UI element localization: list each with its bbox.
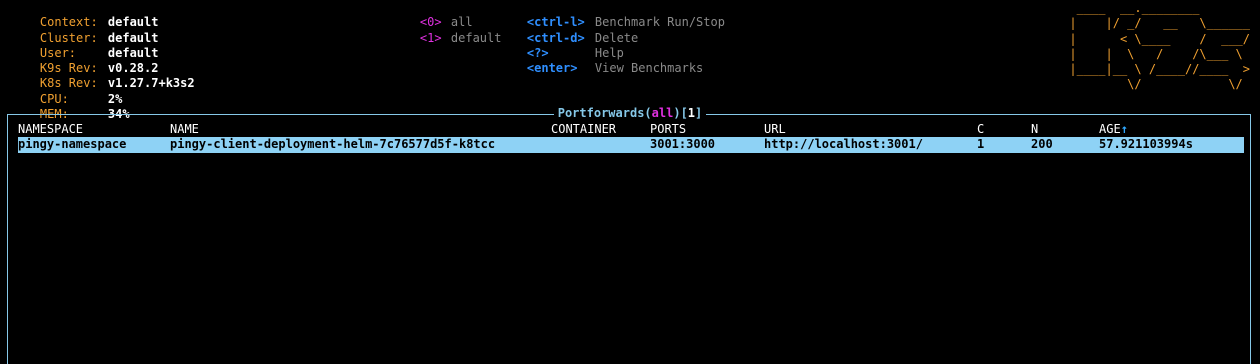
namespace-shortcut-key: <1> [419,30,442,45]
column-header-name[interactable]: NAME [170,122,199,137]
table-header: NAMESPACE NAME CONTAINER PORTS URL C N A… [18,122,1244,137]
cell-ports: 3001:3000 [650,137,716,152]
hint-label: Benchmark Run/Stop [594,15,725,30]
namespace-shortcut-all[interactable]: <0> all [391,0,501,29]
user-value: default [107,45,159,60]
sort-ascending-icon: ↑ [1120,122,1128,136]
cpu-label: CPU: [39,91,69,106]
k9s-rev-label: K9s Rev: [39,61,98,76]
cluster-value: default [107,30,159,45]
hint-key: <enter> [526,61,578,76]
cell-namespace: pingy-namespace [18,137,127,152]
key-hints: <ctrl-l> Benchmark Run/Stop <ctrl-d> Delet… [498,0,725,75]
column-header-url[interactable]: URL [764,122,786,137]
namespace-shortcut-label: default [450,30,502,45]
column-header-n[interactable]: N [1031,122,1038,137]
k8s-rev-label: K8s Rev: [39,76,98,91]
k9s-logo: ____ __.________ | |/ _/ __ \______ | < … [1069,1,1250,92]
hint-key: <ctrl-d> [526,30,585,45]
k9s-rev-value: v0.28.2 [107,61,159,76]
hint-label: Delete [594,30,639,45]
cluster-label: Cluster: [39,30,98,45]
user-label: User: [39,45,77,60]
hint-key: <ctrl-l> [526,15,585,30]
k8s-rev-value: v1.27.7+k3s2 [107,76,195,91]
column-header-c[interactable]: C [977,122,984,137]
column-header-container[interactable]: CONTAINER [551,122,616,137]
cell-name: pingy-client-deployment-helm-7c76577d5f-… [170,137,496,152]
table-row[interactable]: pingy-namespace pingy-client-deployment-… [18,137,1244,153]
context-value: default [107,15,159,30]
cpu-value: 2% [107,91,123,106]
cluster-info: Context: default Cluster: default User: def… [11,0,195,121]
column-header-age[interactable]: AGE↑ [1099,122,1128,137]
namespace-shortcut-key: <0> [419,15,442,30]
context-label: Context: [39,15,98,30]
hint-label: View Benchmarks [594,61,704,76]
hint-key: <?> [526,45,549,60]
column-header-age-label: AGE [1099,122,1121,136]
hint-label: Help [594,45,624,60]
column-header-namespace[interactable]: NAMESPACE [18,122,83,137]
hint-benchmark[interactable]: <ctrl-l> Benchmark Run/Stop [498,0,725,29]
cell-url: http://localhost:3001/ [764,137,923,152]
column-header-ports[interactable]: PORTS [650,122,686,137]
namespace-shortcuts: <0> all <1> default [391,0,502,44]
cell-age: 57.921103994s [1099,137,1193,152]
cell-n: 200 [1031,137,1053,152]
namespace-shortcut-label: all [450,15,473,30]
context-row: Context: default [11,0,195,29]
portforwards-table: NAMESPACE NAME CONTAINER PORTS URL C N A… [18,122,1244,153]
cell-c: 1 [977,137,985,152]
